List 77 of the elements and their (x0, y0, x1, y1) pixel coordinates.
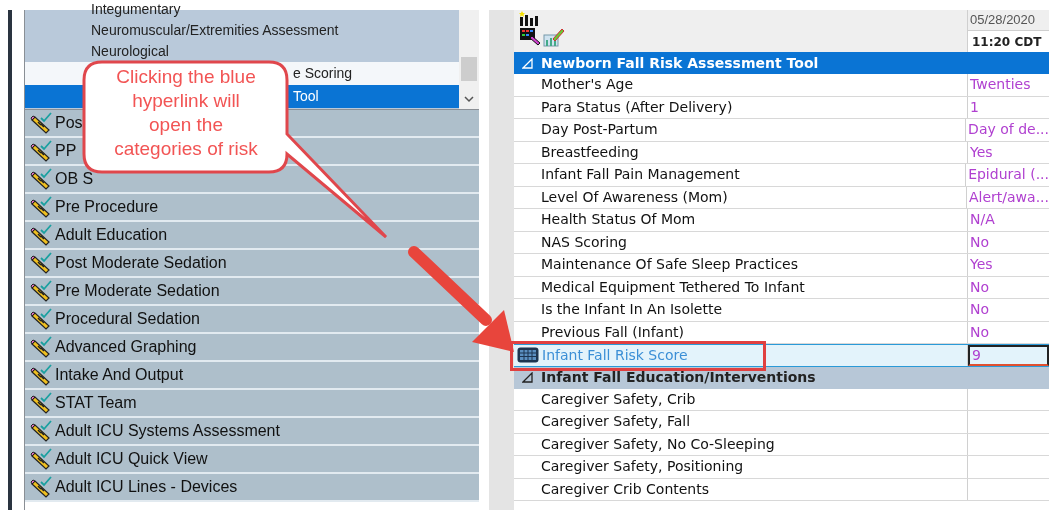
category-label[interactable]: Adult ICU Quick View (55, 447, 208, 471)
pencil-check-icon (29, 196, 53, 218)
row-label: Medical Equipment Tethered To Infant (541, 277, 805, 297)
pencil-check-icon (29, 392, 53, 414)
section-title: Newborn Fall Risk Assessment Tool (541, 53, 819, 73)
row-label: Day Post-Partum (541, 120, 658, 140)
row-label: Caregiver Safety, Crib (541, 389, 696, 409)
pencil-check-icon (29, 336, 53, 358)
pencil-check-icon (29, 476, 53, 498)
expanded-triangle-icon[interactable] (522, 372, 533, 383)
pencil-check-icon (29, 112, 53, 134)
pencil-check-icon (29, 252, 53, 274)
list-item[interactable]: e Scoring (289, 63, 357, 84)
list-item[interactable]: Neurological (87, 41, 173, 62)
row-value[interactable]: No (970, 276, 990, 298)
row-label: Health Status Of Mom (541, 210, 696, 230)
row-value[interactable]: Yes (970, 141, 993, 163)
category-label[interactable]: Adult ICU Systems Assessment (55, 419, 280, 443)
scroll-down-icon[interactable] (464, 96, 474, 103)
calculator-icon (517, 347, 539, 364)
scroll-thumb[interactable] (461, 57, 477, 81)
list-item[interactable]: Neuromuscular/Extremities Assessment (87, 20, 343, 41)
pencil-check-icon (29, 280, 53, 302)
row-value[interactable]: Day of de... (968, 119, 1049, 141)
row-label: Mother's Age (541, 75, 634, 95)
row-label: Caregiver Safety, Fall (541, 412, 691, 432)
row-label: Previous Fall (Infant) (541, 322, 684, 342)
row-label: Is the Infant In An Isolette (541, 300, 723, 320)
category-label[interactable]: Pos (55, 111, 83, 135)
row-label: Level Of Awareness (Mom) (541, 187, 728, 207)
callout-text: Clicking the blue hyperlink will open the categories of risk (113, 65, 259, 161)
date-header: 05/28/2020 (969, 11, 1037, 29)
row-label: NAS Scoring (541, 232, 627, 252)
row-label: Caregiver Safety, Positioning (541, 457, 744, 477)
scrollbar[interactable] (459, 10, 479, 109)
row-value[interactable]: No (970, 321, 990, 343)
row-label: Breastfeeding (541, 142, 639, 162)
row-value[interactable]: Epidural (... (968, 164, 1049, 186)
category-label[interactable]: Post Moderate Sedation (55, 251, 227, 275)
row-label: Caregiver Safety, No Co-Sleeping (541, 434, 775, 454)
pencil-check-icon (29, 448, 53, 470)
pencil-check-icon (29, 308, 53, 330)
row-value[interactable]: 9 (972, 344, 981, 366)
category-label[interactable]: Adult Education (55, 223, 168, 247)
section-title: Infant Fall Education/Interventions (541, 368, 816, 387)
pencil-check-icon (29, 364, 53, 386)
row-label: Maintenance Of Safe Sleep Practices (541, 255, 799, 275)
row-label: Para Status (After Delivery) (541, 97, 733, 117)
category-label[interactable]: Intake And Output (55, 363, 184, 387)
category-label[interactable]: STAT Team (55, 391, 137, 415)
category-label[interactable]: Pre Procedure (55, 195, 159, 219)
row-value[interactable]: N/A (970, 209, 995, 231)
grid-pencil-icon[interactable] (519, 27, 541, 47)
row-value[interactable]: 1 (970, 96, 979, 118)
list-item[interactable]: Integumentary (87, 0, 185, 20)
category-label[interactable]: Adult ICU Lines - Devices (55, 475, 238, 499)
time-header: 11:20 CDT (968, 30, 1049, 52)
row-value[interactable]: No (970, 231, 990, 253)
row-value[interactable]: Twenties (970, 74, 1031, 96)
category-label[interactable]: Advanced Graphing (55, 335, 197, 359)
chart-pencil-icon[interactable] (543, 27, 565, 47)
list-item[interactable]: Tool (289, 86, 323, 107)
section-header[interactable]: Newborn Fall Risk Assessment Tool (514, 52, 1049, 74)
category-label[interactable]: Pre Moderate Sedation (55, 279, 220, 303)
category-label[interactable]: OB S (55, 167, 94, 191)
pencil-check-icon (29, 224, 53, 246)
row-value[interactable]: No (970, 299, 990, 321)
category-label[interactable]: PP (55, 139, 77, 163)
row-label: Caregiver Crib Contents (541, 479, 710, 499)
pencil-check-icon (29, 420, 53, 442)
bar-chart-icon[interactable] (519, 10, 541, 27)
row-value[interactable]: Alert/awa... (969, 186, 1049, 208)
pencil-check-icon (29, 168, 53, 190)
row-value[interactable]: Yes (970, 254, 993, 276)
pencil-check-icon (29, 140, 53, 162)
category-label[interactable]: Procedural Sedation (55, 307, 200, 331)
row-label: Infant Fall Pain Management (541, 165, 740, 185)
